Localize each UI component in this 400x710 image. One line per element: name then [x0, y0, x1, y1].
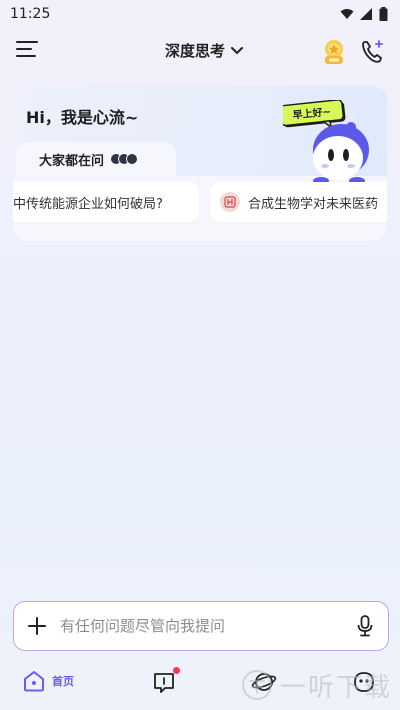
microphone-icon — [357, 615, 373, 637]
watermark-text: 一听下载 — [280, 672, 393, 703]
popular-questions-tab[interactable]: 大家都在问 — [16, 142, 176, 176]
greeting-text: Hi，我是心流~ — [26, 108, 139, 127]
status-time: 11:25 — [10, 6, 51, 22]
user-avatars — [110, 153, 139, 165]
status-bar: 11:25 — [0, 0, 400, 28]
wifi-icon — [340, 9, 354, 19]
mode-dropdown[interactable]: 深度思考 — [165, 40, 244, 61]
plus-icon — [28, 617, 46, 635]
notification-dot — [173, 667, 180, 674]
suggestion-chip[interactable]: 合成生物学对未来医药 — [210, 182, 387, 222]
suggestion-chip[interactable]: 中传统能源企业如何破局? — [13, 182, 199, 222]
chat-input-bar — [13, 601, 389, 651]
home-icon — [24, 671, 44, 692]
biology-icon — [220, 192, 240, 212]
tab-home-label: 首页 — [52, 675, 74, 688]
voice-input-button[interactable] — [342, 615, 388, 637]
suggestion-text: 中传统能源企业如何破局? — [13, 196, 163, 212]
menu-icon[interactable] — [16, 41, 38, 61]
watermark-logo-icon — [242, 670, 272, 700]
top-nav: 深度思考 — [0, 34, 400, 70]
suggestion-row: 中传统能源企业如何破局? 合成生物学对未来医药 — [13, 182, 387, 224]
message-icon — [154, 673, 174, 693]
add-attachment-button[interactable] — [14, 616, 60, 636]
status-icons — [340, 7, 388, 21]
popular-questions-label: 大家都在问 — [39, 153, 105, 169]
voice-call-icon[interactable] — [360, 38, 386, 64]
signal-icon — [360, 8, 372, 20]
battery-icon — [379, 7, 388, 21]
tab-messages[interactable] — [152, 667, 180, 694]
watermark: 一听下载 — [240, 665, 392, 705]
chevron-down-icon — [231, 46, 244, 54]
suggestion-text: 合成生物学对未来医药 — [248, 196, 379, 212]
avatar — [126, 153, 139, 165]
mascot-illustration: 早上好~ — [283, 100, 369, 185]
mode-label: 深度思考 — [165, 42, 226, 60]
tab-home[interactable]: 首页 — [22, 670, 74, 692]
reward-badge-icon[interactable] — [322, 38, 346, 66]
chat-input[interactable] — [60, 617, 342, 635]
hero-card: Hi，我是心流~ 大家都在问 早上好~ 中传统能源企业如何破局? 合成生物学对未… — [13, 86, 387, 241]
